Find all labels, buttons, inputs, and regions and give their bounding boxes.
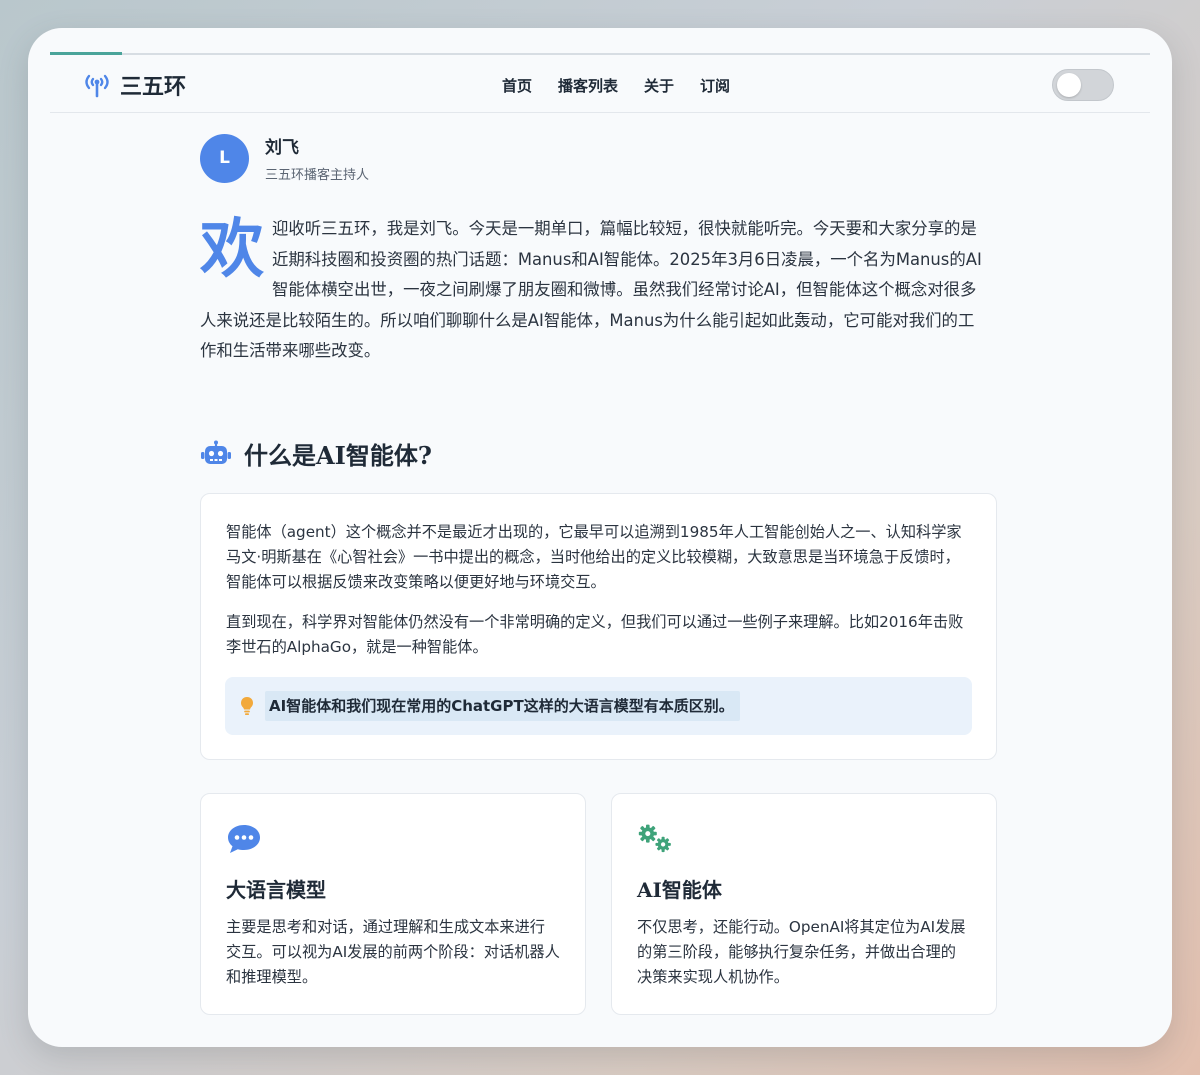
nav-about[interactable]: 关于	[644, 75, 674, 96]
browser-window: 三五环 首页 播客列表 关于 订阅 L 刘飞 三五环播客主持人 欢 迎收听三五环…	[28, 28, 1172, 1047]
feature-title-agent: AI智能体	[637, 878, 722, 902]
nav-podcast-list[interactable]: 播客列表	[558, 75, 618, 96]
author-role: 三五环播客主持人	[265, 168, 370, 183]
author-block: L 刘飞 三五环播客主持人	[200, 133, 369, 183]
feature-card-agent: AI智能体 不仅思考，还能行动。OpenAI将其定位为AI发展的第三阶段，能够执…	[611, 793, 997, 1015]
main-nav: 首页 播客列表 关于 订阅	[502, 75, 730, 96]
intro-paragraph: 欢 迎收听三五环，我是刘飞。今天是一期单口，篇幅比较短，很快就能听完。今天要和大…	[200, 214, 990, 367]
chat-bubble-icon	[228, 825, 260, 853]
intro-text: 迎收听三五环，我是刘飞。今天是一期单口，篇幅比较短，很快就能听完。今天要和大家分…	[200, 219, 982, 360]
drop-cap: 欢	[200, 212, 264, 287]
feature-text-agent: 不仅思考，还能行动。OpenAI将其定位为AI发展的第三阶段，能够执行复杂任务，…	[637, 918, 966, 986]
feature-text-llm: 主要是思考和对话，通过理解和生成文本来进行交互。可以视为AI发展的前两个阶段：对…	[226, 918, 560, 986]
feature-title-llm: 大语言模型	[226, 878, 326, 902]
tip-text: AI智能体和我们现在常用的ChatGPT这样的大语言模型有本质区别。	[265, 691, 740, 721]
definition-paragraph-1: 智能体（agent）这个概念并不是最近才出现的，它最早可以追溯到1985年人工智…	[226, 523, 962, 591]
theme-toggle[interactable]	[1052, 69, 1114, 101]
definition-paragraph-2: 直到现在，科学界对智能体仍然没有一个非常明确的定义，但我们可以通过一些例子来理解…	[226, 613, 964, 656]
nav-subscribe[interactable]: 订阅	[700, 75, 730, 96]
tip-callout: AI智能体和我们现在常用的ChatGPT这样的大语言模型有本质区别。	[225, 677, 972, 735]
brand-name: 三五环	[120, 74, 187, 100]
robot-icon	[201, 440, 231, 464]
section-heading: 什么是AI智能体?	[200, 436, 432, 471]
author-name: 刘飞	[265, 138, 299, 158]
gears-icon	[638, 824, 671, 853]
feature-card-llm: 大语言模型 主要是思考和对话，通过理解和生成文本来进行交互。可以视为AI发展的前…	[200, 793, 586, 1015]
definition-card: 智能体（agent）这个概念并不是最近才出现的，它最早可以追溯到1985年人工智…	[200, 493, 997, 760]
nav-home[interactable]: 首页	[502, 75, 532, 96]
podcast-antenna-icon	[85, 74, 109, 98]
top-navbar: 三五环 首页 播客列表 关于 订阅	[50, 55, 1150, 113]
brand-logo[interactable]: 三五环	[82, 69, 186, 101]
section-title: 什么是AI智能体?	[244, 441, 432, 470]
toggle-knob	[1057, 73, 1081, 97]
avatar: L	[200, 133, 249, 183]
lightbulb-icon	[241, 697, 253, 715]
